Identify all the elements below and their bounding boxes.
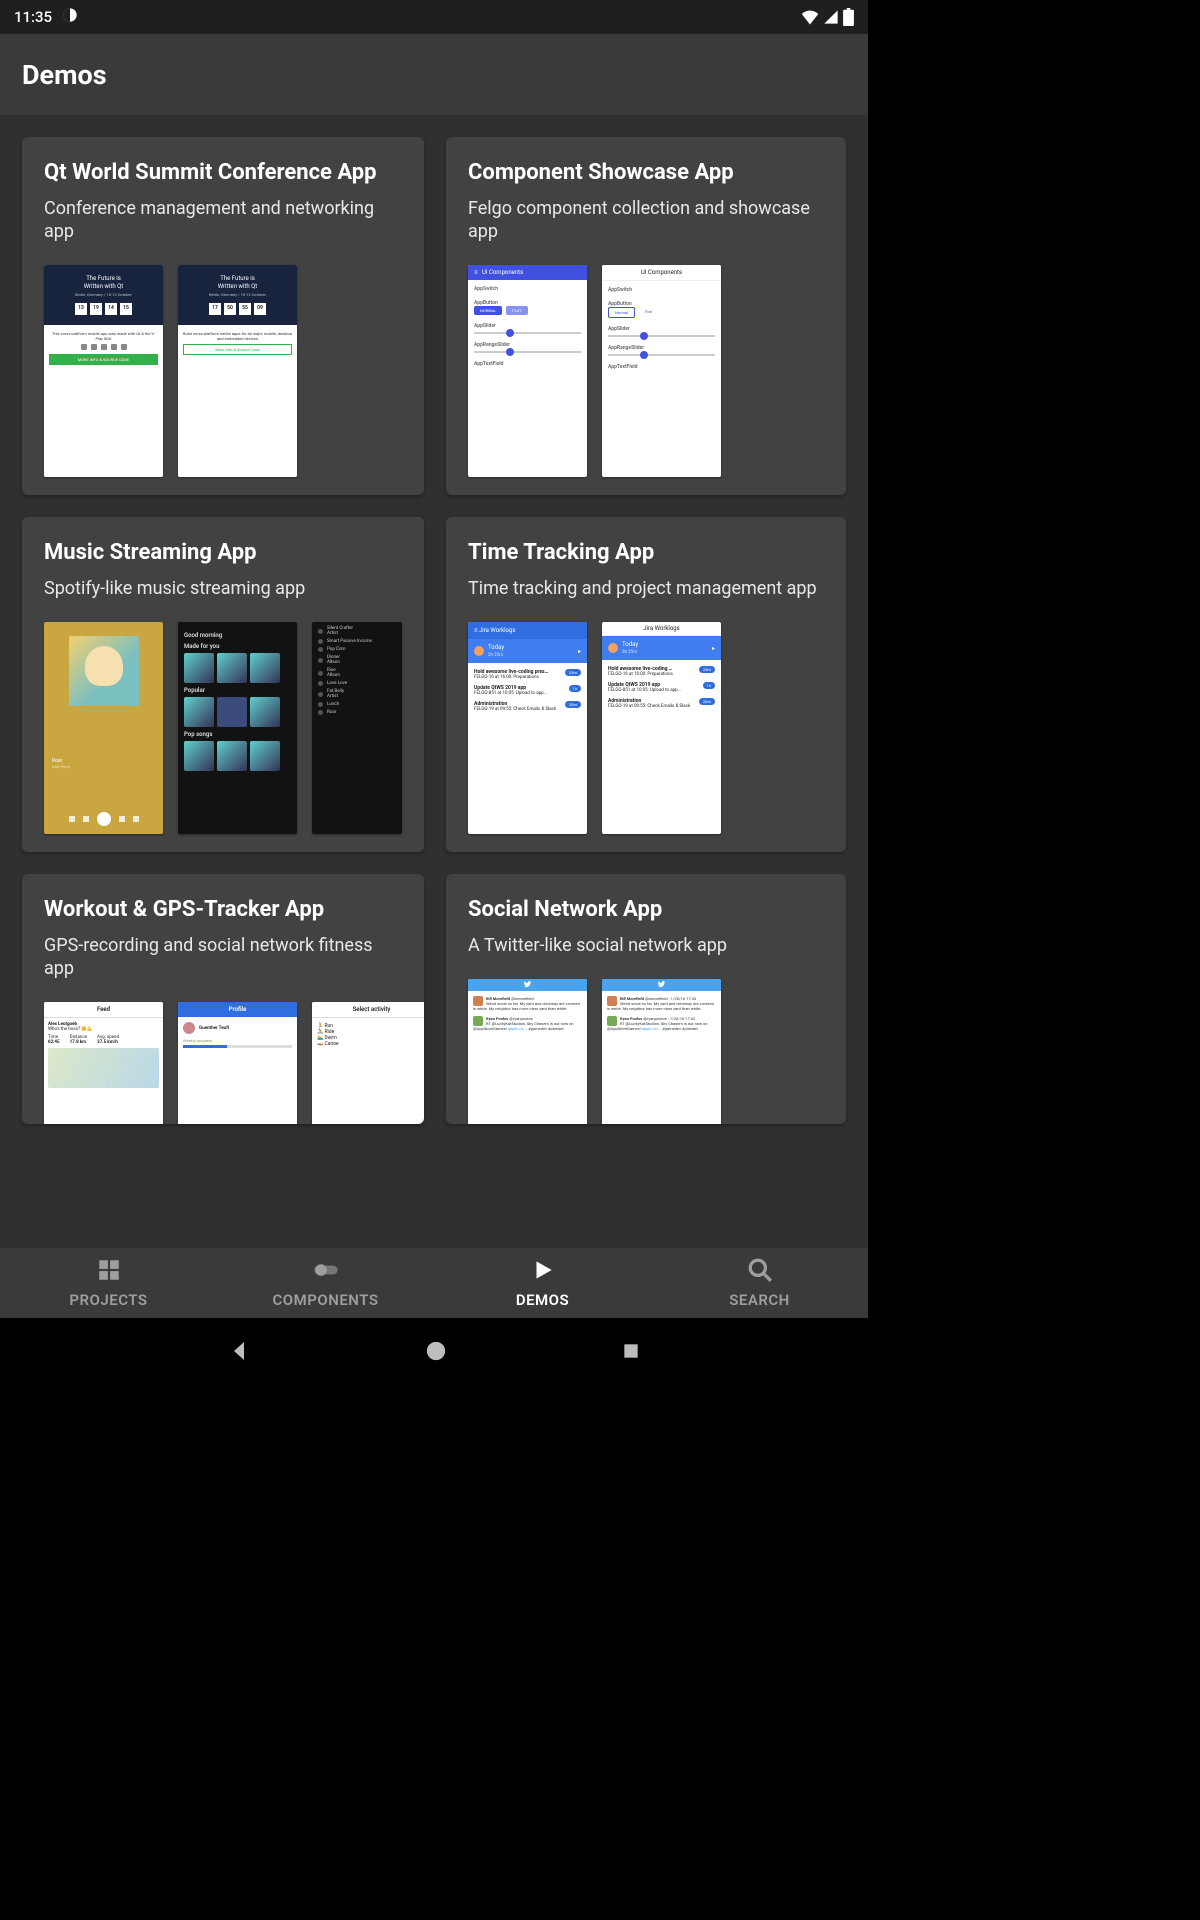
card-description: Time tracking and project management app xyxy=(468,577,824,600)
demo-card-time-tracking[interactable]: Time Tracking App Time tracking and proj… xyxy=(446,517,846,852)
screenshot-row: RoarKaty Perry Good morning Made for you… xyxy=(44,622,402,834)
do-not-disturb-icon xyxy=(62,7,78,27)
demo-card-social-network[interactable]: Social Network App A Twitter-like social… xyxy=(446,874,846,1124)
battery-icon xyxy=(843,8,854,26)
home-button[interactable] xyxy=(425,1340,447,1366)
card-title: Workout & GPS-Tracker App xyxy=(44,896,402,924)
demo-card-workout-gps[interactable]: Workout & GPS-Tracker App GPS-recording … xyxy=(22,874,424,1124)
screenshot-thumbnail: Jira Worklogs Today2h 25m▸ Hold awesome … xyxy=(602,622,721,834)
recents-button[interactable] xyxy=(621,1341,641,1365)
search-icon xyxy=(747,1257,773,1287)
demo-card-qt-world-summit[interactable]: Qt World Summit Conference App Conferenc… xyxy=(22,137,424,495)
nav-components[interactable]: COMPONENTS xyxy=(217,1248,434,1318)
back-button[interactable] xyxy=(227,1339,251,1367)
screenshot-thumbnail: ≡ Jira Worklogs Today2h 25m▸ Hold awesom… xyxy=(468,622,587,834)
screenshot-thumbnail: Profile Guenther Teufl Weekly progress xyxy=(178,1002,297,1124)
screenshot-thumbnail: The Future isWritten with QtBerlin, Germ… xyxy=(44,265,163,477)
screenshot-row: The Future isWritten with QtBerlin, Germ… xyxy=(44,265,402,477)
cell-signal-icon xyxy=(823,9,839,25)
screenshot-thumbnail: UI Components AppSwitch AppButtonNormalF… xyxy=(602,265,721,477)
status-time: 11:35 xyxy=(14,8,52,26)
screenshot-thumbnail: Good morning Made for you Popular Pop so… xyxy=(178,622,297,834)
app-bar: Demos xyxy=(0,34,868,115)
screenshot-thumbnail: The Future isWritten with QtBerlin, Germ… xyxy=(178,265,297,477)
card-description: Conference management and networking app xyxy=(44,197,402,244)
projects-icon xyxy=(96,1257,122,1287)
nav-label: SEARCH xyxy=(729,1291,790,1309)
screenshot-row: Bill Morefield @bmorefieldWeird snow so … xyxy=(468,979,824,1124)
card-description: GPS-recording and social network fitness… xyxy=(44,934,402,981)
android-system-nav xyxy=(0,1318,868,1388)
nav-label: DEMOS xyxy=(516,1291,569,1309)
card-description: A Twitter-like social network app xyxy=(468,934,824,957)
card-title: Time Tracking App xyxy=(468,539,824,567)
card-description: Felgo component collection and showcase … xyxy=(468,197,824,244)
demo-card-component-showcase[interactable]: Component Showcase App Felgo component c… xyxy=(446,137,846,495)
screenshot-thumbnail: Bill Morefield @bmorefieldWeird snow so … xyxy=(468,979,587,1124)
nav-demos[interactable]: DEMOS xyxy=(434,1248,651,1318)
card-title: Social Network App xyxy=(468,896,824,924)
nav-label: PROJECTS xyxy=(69,1291,147,1309)
screenshot-row: ≡ UI Components AppSwitch AppButtonNORMA… xyxy=(468,265,824,477)
demo-card-music-streaming[interactable]: Music Streaming App Spotify-like music s… xyxy=(22,517,424,852)
android-status-bar: 11:35 xyxy=(0,0,868,34)
screenshot-row: ≡ Jira Worklogs Today2h 25m▸ Hold awesom… xyxy=(468,622,824,834)
card-title: Component Showcase App xyxy=(468,159,824,187)
screenshot-thumbnail: RoarKaty Perry xyxy=(44,622,163,834)
wifi-icon xyxy=(801,9,819,25)
screenshot-thumbnail: Bill Morefield @bmorefield · 1/20/16 17:… xyxy=(602,979,721,1124)
toggle-icon xyxy=(313,1257,339,1287)
card-title: Qt World Summit Conference App xyxy=(44,159,402,187)
screenshot-thumbnail: Feed Alex Leutgoeb Who's the boss? 😊💪 Ti… xyxy=(44,1002,163,1124)
page-title: Demos xyxy=(22,59,107,91)
card-description: Spotify-like music streaming app xyxy=(44,577,402,600)
screenshot-thumbnail: ≡ UI Components AppSwitch AppButtonNORMA… xyxy=(468,265,587,477)
screenshot-row: Feed Alex Leutgoeb Who's the boss? 😊💪 Ti… xyxy=(44,1002,402,1124)
screenshot-thumbnail: Select activity 🏃 Run🚴 Ride🏊 Swim🛶 Canoe xyxy=(312,1002,424,1124)
nav-label: COMPONENTS xyxy=(273,1291,379,1309)
nav-search[interactable]: SEARCH xyxy=(651,1248,868,1318)
screenshot-thumbnail: Silent CrafterArtist Smart Passive Incom… xyxy=(312,622,402,834)
card-title: Music Streaming App xyxy=(44,539,402,567)
nav-projects[interactable]: PROJECTS xyxy=(0,1248,217,1318)
bottom-navigation: PROJECTS COMPONENTS DEMOS SEARCH xyxy=(0,1248,868,1318)
play-icon xyxy=(530,1257,556,1287)
content-scroll[interactable]: Qt World Summit Conference App Conferenc… xyxy=(0,115,868,1248)
